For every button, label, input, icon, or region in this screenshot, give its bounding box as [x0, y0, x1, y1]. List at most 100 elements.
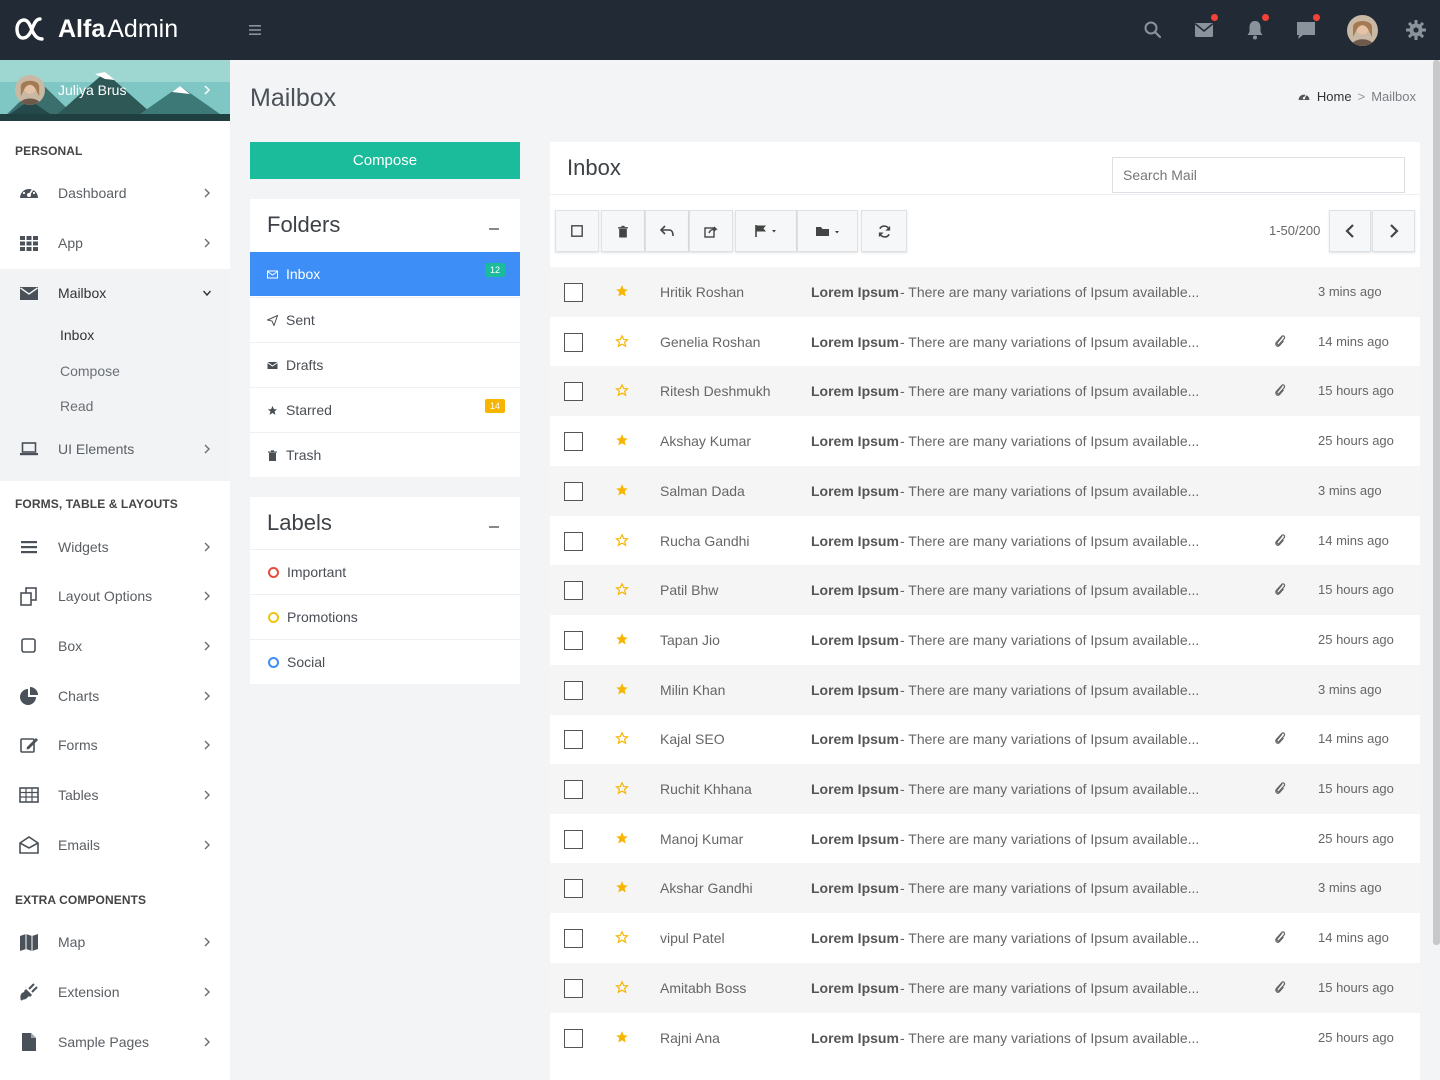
menu-toggle-icon[interactable] [246, 22, 264, 38]
mail-row[interactable]: vipul Patel Lorem Ipsum - There are many v… [550, 913, 1420, 963]
mail-row[interactable]: Hritik Roshan Lorem Ipsum - There are many… [550, 267, 1420, 317]
mail-select-checkbox[interactable] [564, 979, 583, 998]
mail-select-checkbox[interactable] [564, 631, 583, 650]
sidebar-item-layout-options[interactable]: Layout Options [0, 572, 230, 620]
star-outline-icon[interactable] [615, 582, 629, 596]
mail-row[interactable]: Kajal SEO Lorem Ipsum - There are many var… [550, 714, 1420, 764]
sidebar-item-extension[interactable]: Extension [0, 968, 230, 1016]
mail-select-checkbox[interactable] [564, 730, 583, 749]
mail-row[interactable]: Amitabh Boss Lorem Ipsum - There are many … [550, 963, 1420, 1013]
mail-row[interactable]: Tapan Jio Lorem Ipsum - There are many var… [550, 615, 1420, 665]
header-avatar[interactable] [1347, 15, 1378, 46]
sidebar-item-sample-pages[interactable]: Sample Pages [0, 1018, 230, 1066]
collapse-icon[interactable] [489, 526, 499, 528]
star-filled-icon[interactable] [615, 1030, 629, 1044]
mail-select-checkbox[interactable] [564, 333, 583, 352]
mail-row[interactable]: Rucha Gandhi Lorem Ipsum - There are many … [550, 516, 1420, 566]
sidebar-item-mailbox[interactable]: Mailbox [0, 269, 230, 317]
sidebar-item-app[interactable]: App [0, 219, 230, 267]
star-filled-icon[interactable] [615, 433, 629, 447]
star-outline-icon[interactable] [615, 383, 629, 397]
sidebar-item-box[interactable]: Box [0, 622, 230, 670]
star-outline-icon[interactable] [615, 781, 629, 795]
search-icon[interactable] [1141, 18, 1165, 42]
mail-row[interactable]: Manoj Kumar Lorem Ipsum - There are many v… [550, 814, 1420, 864]
mail-row[interactable]: Milin Khan Lorem Ipsum - There are many va… [550, 665, 1420, 715]
reply-button[interactable] [645, 210, 689, 252]
mail-select-checkbox[interactable] [564, 879, 583, 898]
select-all-button[interactable] [555, 210, 599, 252]
refresh-button[interactable] [861, 210, 907, 252]
mail-select-checkbox[interactable] [564, 1029, 583, 1048]
mail-select-checkbox[interactable] [564, 780, 583, 799]
breadcrumb-home[interactable]: Home [1317, 89, 1352, 104]
sidebar-subitem-read[interactable]: Read [60, 398, 93, 414]
folder-sent[interactable]: Sent [250, 297, 520, 341]
sidebar-subitem-inbox[interactable]: Inbox [60, 327, 94, 343]
paperclip-icon [1275, 583, 1286, 595]
page-scrollbar[interactable] [1433, 60, 1440, 945]
label-important[interactable]: Important [250, 549, 520, 593]
mail-select-checkbox[interactable] [564, 929, 583, 948]
forward-button[interactable] [689, 210, 733, 252]
mail-row[interactable]: Salman Dada Lorem Ipsum - There are many v… [550, 466, 1420, 516]
sidebar-item-forms[interactable]: Forms [0, 721, 230, 769]
collapse-icon[interactable] [489, 228, 499, 230]
label-promotions[interactable]: Promotions [250, 594, 520, 638]
star-outline-icon[interactable] [615, 980, 629, 994]
move-folder-dropdown-button[interactable] [797, 210, 858, 252]
sidebar-item-tables[interactable]: Tables [0, 771, 230, 819]
mail-row[interactable]: Genelia Roshan Lorem Ipsum - There are man… [550, 317, 1420, 367]
mail-select-checkbox[interactable] [564, 581, 583, 600]
mail-select-checkbox[interactable] [564, 482, 583, 501]
mail-row[interactable]: Ruchit Khhana Lorem Ipsum - There are many… [550, 764, 1420, 814]
sidebar-item-charts[interactable]: Charts [0, 672, 230, 720]
sidebar-item-map[interactable]: Map [0, 918, 230, 966]
folder-starred[interactable]: Starred 14 [250, 387, 520, 431]
mail-row[interactable]: Ritesh Deshmukh Lorem Ipsum - There are ma… [550, 366, 1420, 416]
star-filled-icon[interactable] [615, 632, 629, 646]
delete-button[interactable] [601, 210, 645, 252]
mail-select-checkbox[interactable] [564, 681, 583, 700]
mail-select-checkbox[interactable] [564, 432, 583, 451]
previous-page-button[interactable] [1329, 210, 1371, 252]
chevron-right-icon [204, 641, 210, 651]
star-filled-icon[interactable] [615, 284, 629, 298]
sidebar-item-dashboard[interactable]: Dashboard [0, 169, 230, 217]
compose-button[interactable]: Compose [250, 142, 520, 179]
mail-row[interactable]: Patil Bhw Lorem Ipsum - There are many var… [550, 565, 1420, 615]
mail-select-checkbox[interactable] [564, 283, 583, 302]
sidebar-subitem-compose[interactable]: Compose [60, 363, 120, 379]
dashboard-icon [1298, 93, 1310, 100]
mail-row[interactable]: Akshay Kumar Lorem Ipsum - There are many … [550, 416, 1420, 466]
mail-row[interactable]: Akshar Gandhi Lorem Ipsum - There are many… [550, 863, 1420, 913]
star-filled-icon[interactable] [615, 880, 629, 894]
mail-select-checkbox[interactable] [564, 830, 583, 849]
settings-gear-icon[interactable] [1404, 18, 1428, 42]
user-panel[interactable]: Juliya Brus [0, 60, 230, 121]
search-mail-input[interactable] [1112, 157, 1405, 193]
next-page-button[interactable] [1372, 210, 1415, 252]
sidebar-item-emails[interactable]: Emails [0, 821, 230, 869]
flag-dropdown-button[interactable] [735, 210, 797, 252]
star-filled-icon[interactable] [615, 831, 629, 845]
mail-select-checkbox[interactable] [564, 382, 583, 401]
brand-logo[interactable]: Alfa Admin [14, 12, 178, 46]
sidebar-item-ui-elements[interactable]: UI Elements [0, 425, 230, 473]
mail-row[interactable]: Rajni Ana Lorem Ipsum - There are many var… [550, 1013, 1420, 1063]
star-filled-icon[interactable] [615, 483, 629, 497]
star-filled-icon[interactable] [615, 682, 629, 696]
star-outline-icon[interactable] [615, 731, 629, 745]
star-outline-icon[interactable] [615, 334, 629, 348]
folder-trash[interactable]: Trash [250, 432, 520, 476]
sidebar-item-widgets[interactable]: Widgets [0, 523, 230, 571]
chevron-right-icon [204, 937, 210, 947]
folder-drafts[interactable]: Drafts [250, 342, 520, 386]
star-outline-icon[interactable] [615, 930, 629, 944]
label-text: Important [287, 563, 347, 580]
mail-select-checkbox[interactable] [564, 532, 583, 551]
star-outline-icon[interactable] [615, 533, 629, 547]
folder-inbox[interactable]: Inbox 12 [250, 252, 520, 296]
label-social[interactable]: Social [250, 639, 520, 683]
brand-name-light: Admin [107, 14, 179, 43]
